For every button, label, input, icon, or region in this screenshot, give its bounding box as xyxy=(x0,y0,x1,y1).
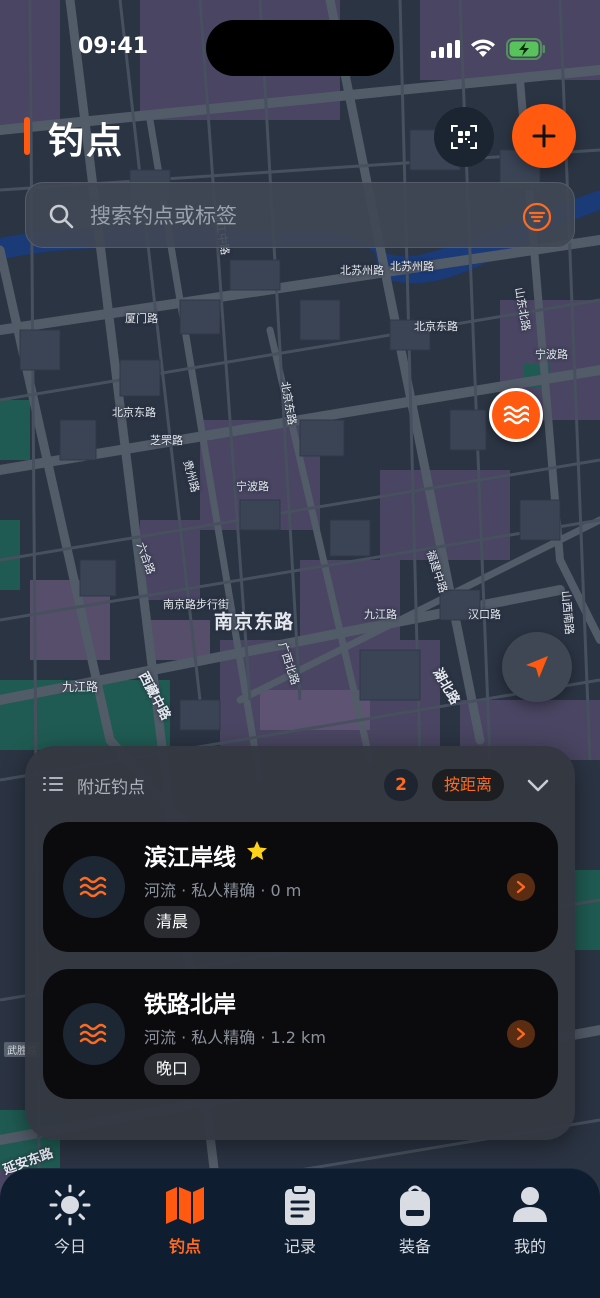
tab-today[interactable]: 今日 xyxy=(20,1183,120,1263)
map-label-ningbo-road: 宁波路 xyxy=(236,480,269,493)
tab-label: 钓点 xyxy=(168,1237,201,1256)
plus-icon xyxy=(532,124,556,148)
map-label-north-suzhou-road: 北苏州路 xyxy=(390,260,434,273)
add-spot-button[interactable] xyxy=(512,104,576,168)
person-icon xyxy=(513,1187,547,1222)
sort-by-distance-chip[interactable]: 按距离 xyxy=(432,769,504,801)
search-bar[interactable] xyxy=(25,182,575,248)
search-input[interactable] xyxy=(90,195,510,237)
title-accent-bar xyxy=(24,117,30,155)
spot-meta: 河流 · 私人精确 · 0 m xyxy=(144,881,302,900)
map-icon xyxy=(166,1187,204,1224)
water-waves-icon xyxy=(79,876,107,898)
backpack-icon xyxy=(400,1185,430,1226)
page-title: 钓点 xyxy=(48,121,125,162)
spot-type-badge xyxy=(63,856,125,918)
tab-label: 我的 xyxy=(513,1237,546,1256)
tab-spots[interactable]: 钓点 xyxy=(135,1183,235,1263)
battery-charging-icon xyxy=(506,38,545,60)
tab-label: 记录 xyxy=(283,1237,316,1256)
map-label-xiamen-road: 厦门路 xyxy=(125,312,158,325)
status-time: 09:41 xyxy=(78,34,149,59)
spot-tag: 晚口 xyxy=(144,1053,201,1085)
spot-meta: 河流 · 私人精确 · 1.2 km xyxy=(144,1028,326,1047)
tab-bar: 今日 钓点 记录 装备 我的 xyxy=(0,1168,600,1298)
tab-gear[interactable]: 装备 xyxy=(365,1183,465,1263)
favorite-star-icon xyxy=(247,841,267,860)
chevron-right-icon xyxy=(507,1020,535,1048)
panel-title: 附近钓点 xyxy=(77,778,145,798)
spot-type-badge xyxy=(63,1003,125,1065)
dynamic-island xyxy=(206,20,394,76)
wifi-icon xyxy=(471,39,495,57)
map-label-jiujiang-road: 九江路 xyxy=(364,608,397,621)
chevron-down-icon[interactable] xyxy=(525,772,551,798)
filter-icon[interactable] xyxy=(522,202,552,232)
chevron-right-icon xyxy=(507,873,535,901)
navigation-arrow-icon xyxy=(526,656,548,678)
tab-profile[interactable]: 我的 xyxy=(480,1183,580,1263)
spot-name: 铁路北岸 xyxy=(144,992,236,1018)
status-bar: 09:41 xyxy=(0,0,600,90)
map-label-north-suzhou-road: 北苏州路 xyxy=(340,264,384,277)
map-label-beijing-east-road: 北京东路 xyxy=(414,320,458,333)
water-waves-icon xyxy=(503,405,529,425)
map-label-nanjing-east-road: 南京东路 xyxy=(214,611,295,633)
water-waves-icon xyxy=(79,1023,107,1045)
spot-count-badge: 2 xyxy=(384,769,418,801)
spot-card[interactable]: 滨江岸线 河流 · 私人精确 · 0 m 清晨 xyxy=(43,822,558,952)
map-label-hankou-road: 汉口路 xyxy=(468,608,501,621)
map-label-jiujiang-road: 九江路 xyxy=(62,680,99,694)
sun-icon xyxy=(49,1184,91,1226)
map-label-beijing-east-road: 北京东路 xyxy=(112,406,156,419)
fishing-spot-marker[interactable] xyxy=(489,388,543,442)
map-label-zhifu-road: 芝罘路 xyxy=(150,434,183,447)
spot-card[interactable]: 铁路北岸 河流 · 私人精确 · 1.2 km 晚口 xyxy=(43,969,558,1099)
spot-name: 滨江岸线 xyxy=(144,845,236,871)
locate-me-button[interactable] xyxy=(502,632,572,702)
clipboard-icon xyxy=(285,1184,315,1225)
tab-label: 今日 xyxy=(53,1237,86,1256)
tab-label: 装备 xyxy=(398,1237,431,1256)
cellular-signal-icon xyxy=(431,40,460,58)
tab-records[interactable]: 记录 xyxy=(250,1183,350,1263)
list-icon xyxy=(43,777,63,791)
map-label-ningbo-road: 宁波路 xyxy=(535,348,568,361)
scan-qr-button[interactable] xyxy=(434,107,494,167)
nearby-spots-panel: 附近钓点 2 按距离 滨江岸线 河流 · 私人精确 · 0 m 清晨 铁路北岸 … xyxy=(25,746,575,1140)
qr-scan-icon xyxy=(451,125,477,149)
search-icon xyxy=(49,204,74,229)
spot-tag: 清晨 xyxy=(144,906,201,938)
